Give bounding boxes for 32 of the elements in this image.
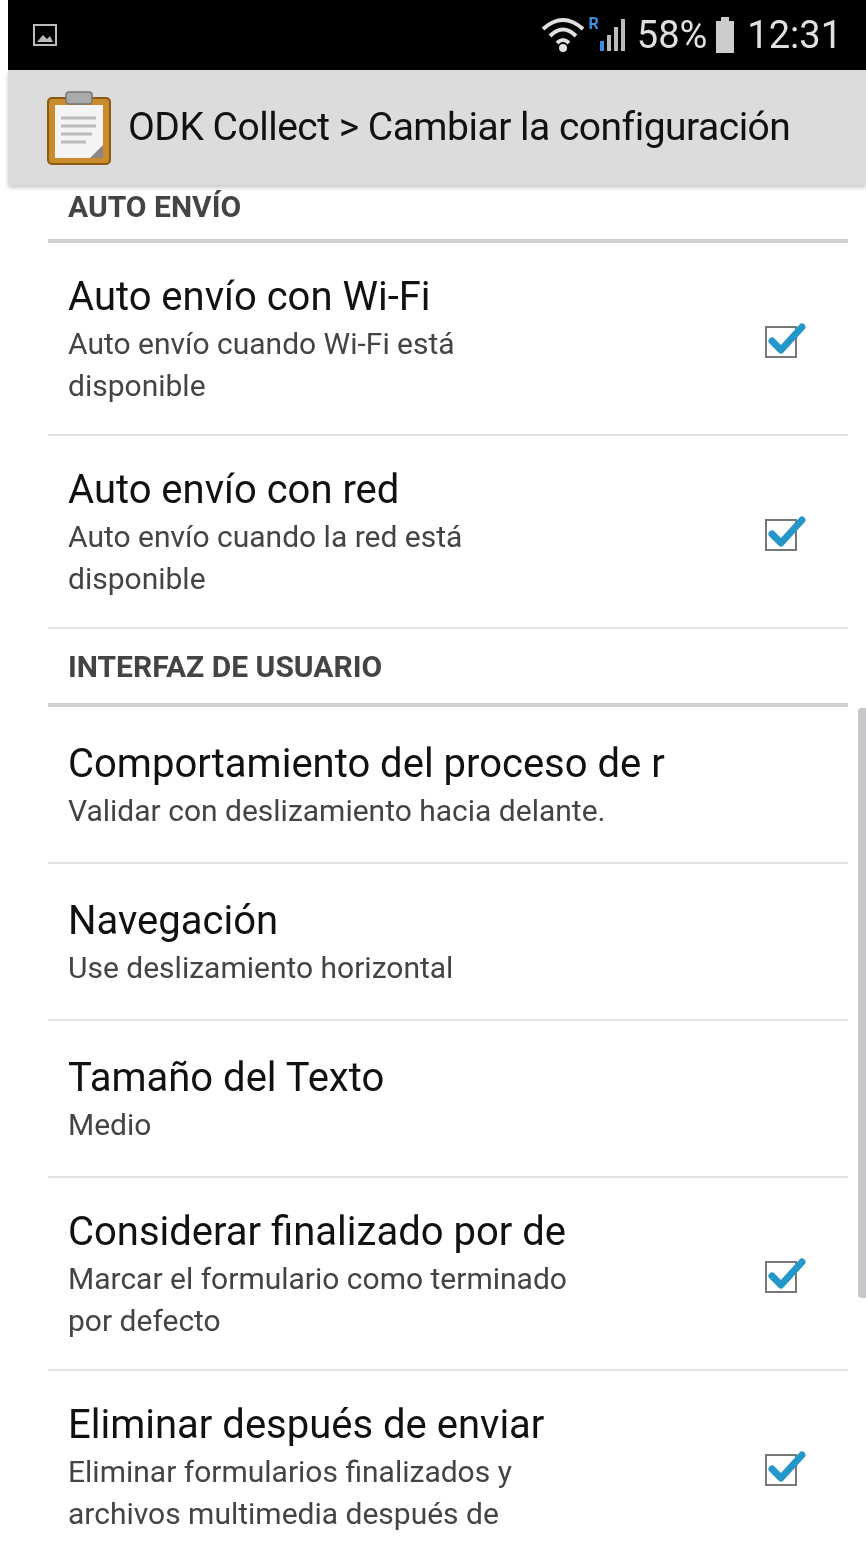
preference-title: Comportamiento del proceso de r: [68, 738, 666, 789]
signal-icon: [598, 17, 625, 53]
preference-item[interactable]: Navegación Use deslizamiento horizontal: [48, 864, 848, 1021]
section-header: AUTO ENVÍO: [67, 188, 242, 226]
preference-title: Navegación: [68, 895, 280, 946]
battery-percent: 58%: [636, 11, 708, 59]
preference-summary: Marcar el formulario como terminado por defecto: [68, 1259, 568, 1340]
preference-title: Tamaño del Texto: [68, 1052, 386, 1103]
battery-icon: [715, 17, 736, 53]
clipboard-icon: [46, 89, 112, 166]
preference-summary: Auto envío cuando Wi-Fi está disponible: [68, 324, 456, 405]
preference-summary: Medio: [68, 1105, 153, 1144]
preference-title: Auto envío con Wi-Fi: [68, 271, 432, 322]
preference-item[interactable]: Eliminar después de enviar Eliminar formularios finalizados y archivos multimedia después de: [48, 1371, 848, 1542]
preference-summary: Use deslizamiento horizontal: [68, 948, 455, 987]
roaming-indicator: R: [588, 13, 599, 35]
preference-item[interactable]: Comportamiento del proceso de r Validar con deslizamiento hacia delante.: [48, 707, 848, 864]
section-header: INTERFAZ DE USUARIO: [67, 647, 383, 686]
screen-title: ODK Collect > Cambiar la configuración: [128, 103, 791, 153]
clock: 12:31: [747, 11, 842, 59]
preference-item[interactable]: Considerar finalizado por de Marcar el formulario como terminado por defecto: [48, 1178, 848, 1371]
preference-item[interactable]: Auto envío con Wi-Fi Auto envío cuando Wi-Fi está disponible: [48, 243, 848, 436]
preference-summary: Validar con deslizamiento hacia delante.: [68, 791, 607, 830]
preference-item[interactable]: Tamaño del Texto Medio: [48, 1021, 848, 1178]
wifi-icon: [540, 17, 585, 53]
preference-summary: Auto envío cuando la red está disponible: [68, 517, 464, 598]
preference-summary: Eliminar formularios finalizados y archivos multimedia después de: [68, 1452, 513, 1533]
preference-title: Auto envío con red: [68, 464, 401, 515]
preference-title: Eliminar después de enviar: [68, 1399, 546, 1450]
image-icon: [32, 23, 58, 47]
preference-item[interactable]: Auto envío con red Auto envío cuando la red está disponible: [48, 436, 848, 629]
preference-title: Considerar finalizado por de: [68, 1206, 567, 1257]
